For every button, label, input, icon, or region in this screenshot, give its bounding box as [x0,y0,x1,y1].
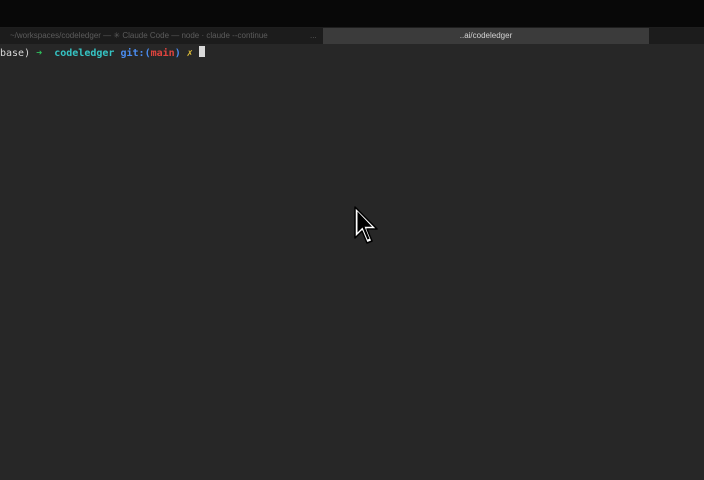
tab-overflow-label: ... [310,31,317,40]
text-cursor[interactable] [198,46,205,57]
prompt-git-label: git: [120,48,145,59]
shell-prompt: base) ➜ codeledger git:(main) ✗ [0,46,205,60]
window-title-strip [0,0,704,28]
tab-active[interactable]: ..ai/codeledger [323,28,649,44]
tab-active-label: ..ai/codeledger [459,31,513,40]
tab-bar: ~/workspaces/codeledger — ✳ Claude Code … [0,28,704,44]
terminal-output-area[interactable]: base) ➜ codeledger git:(main) ✗ [0,44,704,480]
terminal-window: ~/workspaces/codeledger — ✳ Claude Code … [0,0,704,480]
prompt-env: base) [0,48,31,59]
prompt-branch: main [150,48,175,59]
prompt-arrow-icon: ➜ [36,48,43,59]
prompt-dirty-marker: ✗ [186,48,193,59]
prompt-directory: codeledger [54,48,115,59]
mouse-pointer-icon [353,205,381,249]
prompt-branch-close: ) [174,48,181,59]
tab-inactive-label: ~/workspaces/codeledger — ✳ Claude Code … [10,31,268,40]
tab-inactive[interactable]: ~/workspaces/codeledger — ✳ Claude Code … [0,28,322,44]
